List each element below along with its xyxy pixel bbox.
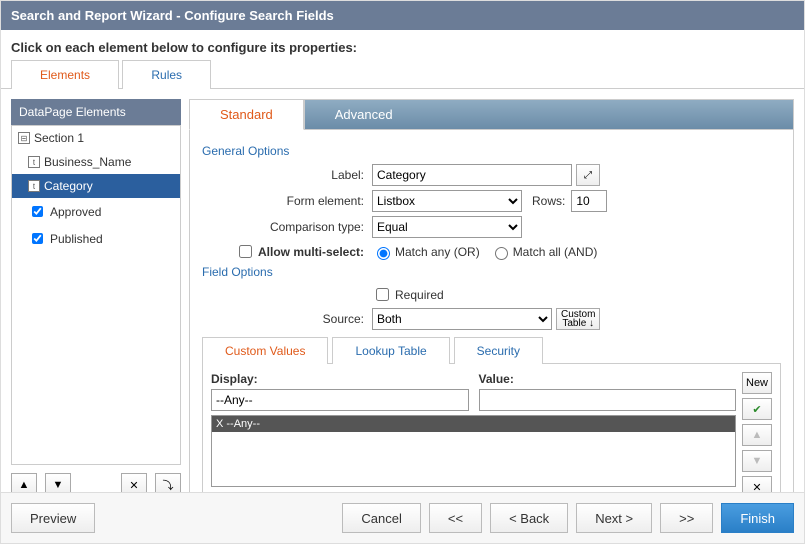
next-button[interactable]: Next > bbox=[576, 503, 652, 533]
tree-item-approved[interactable]: Approved bbox=[12, 198, 180, 225]
match-all-lbl: Match all (AND) bbox=[513, 245, 598, 259]
subtab-custom-values[interactable]: Custom Values bbox=[202, 337, 328, 364]
tree-item-business-name[interactable]: t Business_Name bbox=[12, 150, 180, 174]
textfield-icon: t bbox=[28, 156, 40, 168]
label-lbl: Label: bbox=[202, 168, 372, 182]
tree-item-section[interactable]: ⊟ Section 1 bbox=[12, 126, 180, 150]
finish-button[interactable]: Finish bbox=[721, 503, 794, 533]
rows-lbl: Rows: bbox=[532, 194, 565, 208]
label-picker-button[interactable]: ⤢ bbox=[576, 164, 600, 186]
allow-multiselect-lbl: Allow multi-select: bbox=[258, 245, 364, 259]
value-header: Value: bbox=[479, 372, 737, 386]
match-any-radio[interactable] bbox=[377, 247, 390, 260]
subtab-security[interactable]: Security bbox=[454, 337, 543, 364]
tree-label: Category bbox=[44, 179, 93, 193]
last-button[interactable]: >> bbox=[660, 503, 713, 533]
wizard-title: Search and Report Wizard - Configure Sea… bbox=[1, 1, 804, 30]
comparison-type-select[interactable]: Equal bbox=[372, 216, 522, 238]
preview-button[interactable]: Preview bbox=[11, 503, 95, 533]
tree-item-published[interactable]: Published bbox=[12, 225, 180, 252]
tab-advanced[interactable]: Advanced bbox=[304, 99, 794, 130]
values-listbox[interactable]: X --Any-- bbox=[211, 415, 736, 487]
field-options-header: Field Options bbox=[202, 265, 781, 279]
textfield-icon: t bbox=[28, 180, 40, 192]
confirm-value-button[interactable]: ✔ bbox=[742, 398, 772, 420]
form-element-select[interactable]: Listbox bbox=[372, 190, 522, 212]
form-element-lbl: Form element: bbox=[202, 194, 372, 208]
value-input[interactable] bbox=[479, 389, 737, 411]
back-button[interactable]: < Back bbox=[490, 503, 568, 533]
required-lbl: Required bbox=[395, 288, 444, 302]
label-input[interactable] bbox=[372, 164, 572, 186]
allow-multiselect-checkbox[interactable] bbox=[239, 245, 252, 258]
section-icon: ⊟ bbox=[18, 132, 30, 144]
general-options-header: General Options bbox=[202, 144, 781, 158]
tab-rules[interactable]: Rules bbox=[122, 60, 211, 89]
checkbox-icon bbox=[32, 233, 43, 244]
tab-standard[interactable]: Standard bbox=[189, 99, 304, 130]
source-lbl: Source: bbox=[202, 312, 372, 326]
checkbox-icon bbox=[32, 206, 43, 217]
left-panel-header: DataPage Elements bbox=[11, 99, 181, 125]
match-any-lbl: Match any (OR) bbox=[395, 245, 480, 259]
value-move-up-button[interactable]: ▲ bbox=[742, 424, 772, 446]
tab-elements[interactable]: Elements bbox=[11, 60, 119, 89]
new-value-button[interactable]: New bbox=[742, 372, 772, 394]
rows-input[interactable] bbox=[571, 190, 607, 212]
comparison-type-lbl: Comparison type: bbox=[202, 220, 372, 234]
subtab-lookup-table[interactable]: Lookup Table bbox=[332, 337, 449, 364]
first-button[interactable]: << bbox=[429, 503, 482, 533]
tree-label: Approved bbox=[50, 205, 101, 219]
source-select[interactable]: Both bbox=[372, 308, 552, 330]
instruction-text: Click on each element below to configure… bbox=[1, 30, 804, 59]
match-all-radio[interactable] bbox=[495, 247, 508, 260]
elements-tree[interactable]: ⊟ Section 1 t Business_Name t Category A… bbox=[11, 125, 181, 465]
custom-table-button[interactable]: CustomTable ↓ bbox=[556, 308, 600, 330]
tree-label: Business_Name bbox=[44, 155, 131, 169]
list-item[interactable]: X --Any-- bbox=[212, 416, 735, 432]
display-input[interactable] bbox=[211, 389, 469, 411]
tree-item-category[interactable]: t Category bbox=[12, 174, 180, 198]
tree-label: Section 1 bbox=[34, 131, 84, 145]
display-header: Display: bbox=[211, 372, 469, 386]
value-move-down-button[interactable]: ▼ bbox=[742, 450, 772, 472]
required-checkbox[interactable] bbox=[376, 288, 389, 301]
cancel-button[interactable]: Cancel bbox=[342, 503, 420, 533]
tree-label: Published bbox=[50, 232, 103, 246]
